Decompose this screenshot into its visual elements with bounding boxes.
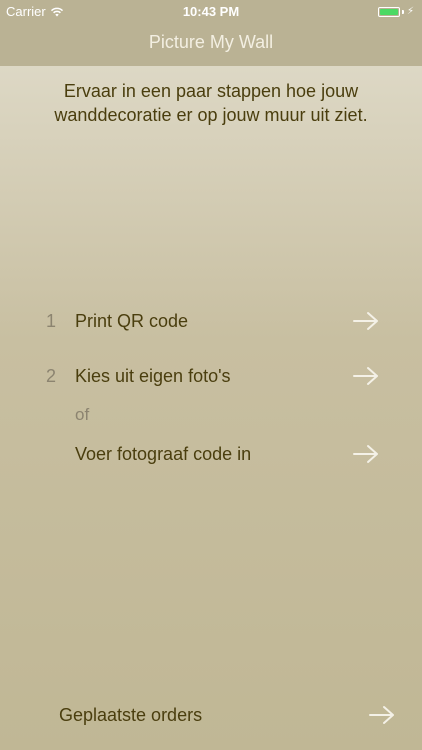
battery-icon: ⚡ xyxy=(377,6,414,17)
placed-orders-label: Geplaatste orders xyxy=(59,704,203,725)
or-separator: of xyxy=(75,405,90,424)
step-own-photos[interactable]: 2 Kies uit eigen foto's xyxy=(0,359,422,393)
status-time: 10:43 PM xyxy=(182,4,240,19)
step-print-qr[interactable]: 1 Print QR code xyxy=(0,304,422,338)
status-bar: Carrier 10:43 PM ⚡ xyxy=(0,0,422,22)
step-label: Kies uit eigen foto's xyxy=(75,365,231,386)
main-content: Ervaar in een paar stappen hoe jouw wand… xyxy=(0,66,422,750)
step-number: 2 xyxy=(46,365,57,386)
step-label: Print QR code xyxy=(75,310,189,331)
photographer-code-label: Voer fotograaf code in xyxy=(75,443,252,464)
intro-text: Ervaar in een paar stappen hoe jouw wand… xyxy=(54,81,368,125)
charging-icon: ⚡ xyxy=(406,6,414,17)
arrow-right-icon xyxy=(353,312,378,330)
placed-orders-row[interactable]: Geplaatste orders xyxy=(0,698,422,732)
photographer-code-row[interactable]: Voer fotograaf code in xyxy=(0,437,422,471)
arrow-right-icon xyxy=(353,367,378,385)
arrow-right-icon xyxy=(369,706,394,724)
page-title: Picture My Wall xyxy=(148,32,274,52)
arrow-right-icon xyxy=(353,445,378,463)
step-number: 1 xyxy=(46,310,57,331)
nav-bar: Picture My Wall xyxy=(0,22,422,66)
